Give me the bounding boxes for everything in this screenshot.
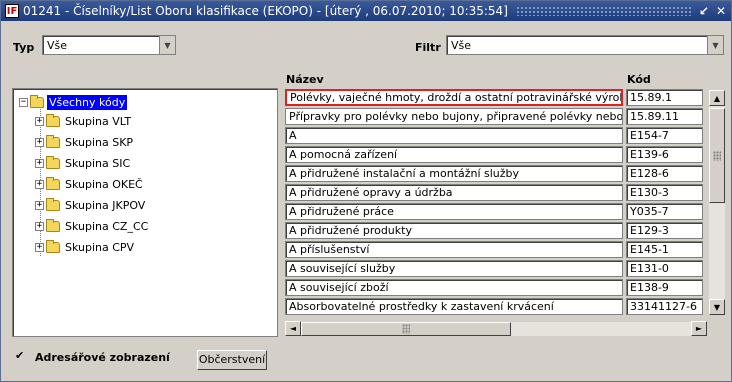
- cell-name[interactable]: Polévky, vaječné hmoty, droždí a ostatní…: [285, 89, 623, 106]
- folder-icon: [46, 113, 60, 127]
- tree-node-okec[interactable]: + Skupina OKEČ: [35, 175, 145, 193]
- tree-label: Skupina SIC: [65, 156, 131, 170]
- folder-icon: [46, 197, 60, 211]
- folder-icon: [46, 134, 60, 148]
- cell-name[interactable]: A přidružené opravy a údržba: [285, 184, 623, 201]
- cell-name[interactable]: A přidružené produkty: [285, 222, 623, 239]
- expand-icon[interactable]: +: [35, 116, 44, 126]
- tree-label: Skupina CPV: [65, 240, 135, 254]
- filtr-label: Filtr: [415, 41, 441, 54]
- cell-code[interactable]: E130-3: [626, 184, 703, 201]
- cell-name[interactable]: A přidružené instalační a montážní služb…: [285, 165, 623, 182]
- title-grip: [515, 6, 691, 16]
- cell-code[interactable]: E145-1: [626, 241, 703, 258]
- tree-label: Skupina JKPOV: [65, 198, 146, 212]
- tree-label: Skupina OKEČ: [65, 177, 143, 191]
- directory-view-label[interactable]: Adresářové zobrazení: [35, 351, 170, 364]
- tree-label: Skupina SKP: [65, 135, 134, 149]
- folder-open-icon: [30, 94, 44, 108]
- tree-node-cpv[interactable]: + Skupina CPV: [35, 238, 136, 256]
- horizontal-scroll-thumb[interactable]: [301, 322, 511, 336]
- typ-dropdown[interactable]: Vše ▼: [42, 35, 176, 55]
- chevron-down-icon[interactable]: ▼: [707, 36, 723, 54]
- horizontal-scrollbar[interactable]: ◄ ►: [285, 321, 707, 336]
- folder-icon: [46, 176, 60, 190]
- column-header-code: Kód: [627, 73, 651, 86]
- cell-name[interactable]: A pomocná zařízení: [285, 146, 623, 163]
- cell-code[interactable]: E129-3: [626, 222, 703, 239]
- chevron-down-icon[interactable]: ▼: [159, 36, 175, 54]
- cell-code[interactable]: E139-6: [626, 146, 703, 163]
- app-icon: IF: [5, 4, 19, 18]
- tree-label: Skupina VLT: [65, 114, 132, 128]
- expand-icon[interactable]: +: [35, 221, 44, 231]
- expand-icon[interactable]: +: [35, 200, 44, 210]
- folder-icon: [46, 218, 60, 232]
- cell-code[interactable]: Y035-7: [626, 203, 703, 220]
- cell-name[interactable]: Absorbovatelné prostředky k zastavení kr…: [285, 298, 623, 315]
- tree-node-jkpov[interactable]: + Skupina JKPOV: [35, 196, 147, 214]
- scroll-up-icon[interactable]: ▲: [709, 90, 725, 106]
- tree-label: Všechny kódy: [47, 94, 128, 110]
- cell-code[interactable]: E128-6: [626, 165, 703, 182]
- tree-label: Skupina CZ_CC: [65, 219, 149, 233]
- scroll-down-icon[interactable]: ▼: [709, 299, 725, 315]
- cell-code[interactable]: 15.89.11: [626, 108, 703, 125]
- typ-value: Vše: [47, 38, 68, 52]
- folder-icon: [46, 239, 60, 253]
- tree-node-skp[interactable]: + Skupina SKP: [35, 133, 135, 151]
- tree-node-vlt[interactable]: + Skupina VLT: [35, 112, 133, 130]
- expand-icon[interactable]: +: [35, 242, 44, 252]
- close-icon[interactable]: ✕: [714, 4, 728, 18]
- cell-code[interactable]: E131-0: [626, 260, 703, 277]
- cell-code[interactable]: E138-9: [626, 279, 703, 296]
- folder-icon: [46, 155, 60, 169]
- minimize-icon[interactable]: ↙: [697, 4, 711, 18]
- filtr-dropdown[interactable]: Vše ▼: [446, 35, 724, 55]
- classification-tree[interactable]: − Všechny kódy + Skupina VLT + Skupina S…: [12, 88, 278, 337]
- cell-name[interactable]: A příslušenství: [285, 241, 623, 258]
- tree-node-root[interactable]: − Všechny kódy: [19, 93, 128, 111]
- expand-icon[interactable]: +: [35, 158, 44, 168]
- window-title: 01241 - Číselníky/List Oboru klasifikace…: [23, 4, 508, 18]
- cell-code[interactable]: E154-7: [626, 127, 703, 144]
- refresh-button[interactable]: Občerstvení: [197, 350, 267, 370]
- main-window: IF 01241 - Číselníky/List Oboru klasifik…: [0, 0, 732, 382]
- scroll-left-icon[interactable]: ◄: [285, 321, 301, 336]
- tree-node-cz-cc[interactable]: + Skupina CZ_CC: [35, 217, 150, 235]
- expand-icon[interactable]: +: [35, 137, 44, 147]
- tree-node-sic[interactable]: + Skupina SIC: [35, 154, 132, 172]
- cell-name[interactable]: A: [285, 127, 623, 144]
- cell-name[interactable]: A související služby: [285, 260, 623, 277]
- cell-name[interactable]: Přípravky pro polévky nebo bujony, připr…: [285, 108, 623, 125]
- expand-icon[interactable]: +: [35, 179, 44, 189]
- title-bar[interactable]: IF 01241 - Číselníky/List Oboru klasifik…: [1, 1, 731, 21]
- scroll-right-icon[interactable]: ►: [691, 321, 707, 336]
- filtr-value: Vše: [451, 38, 472, 52]
- directory-view-checkbox[interactable]: ✔: [15, 350, 26, 362]
- cell-code[interactable]: 33141127-6: [626, 298, 703, 315]
- cell-code[interactable]: 15.89.1: [626, 89, 703, 106]
- vertical-scrollbar[interactable]: ▲ ▼: [709, 90, 725, 315]
- vertical-scroll-thumb[interactable]: [709, 108, 725, 203]
- typ-label: Typ: [13, 41, 35, 54]
- cell-name[interactable]: A přidružené práce: [285, 203, 623, 220]
- column-header-name: Název: [286, 73, 324, 86]
- collapse-icon[interactable]: −: [19, 97, 28, 107]
- cell-name[interactable]: A související zboží: [285, 279, 623, 296]
